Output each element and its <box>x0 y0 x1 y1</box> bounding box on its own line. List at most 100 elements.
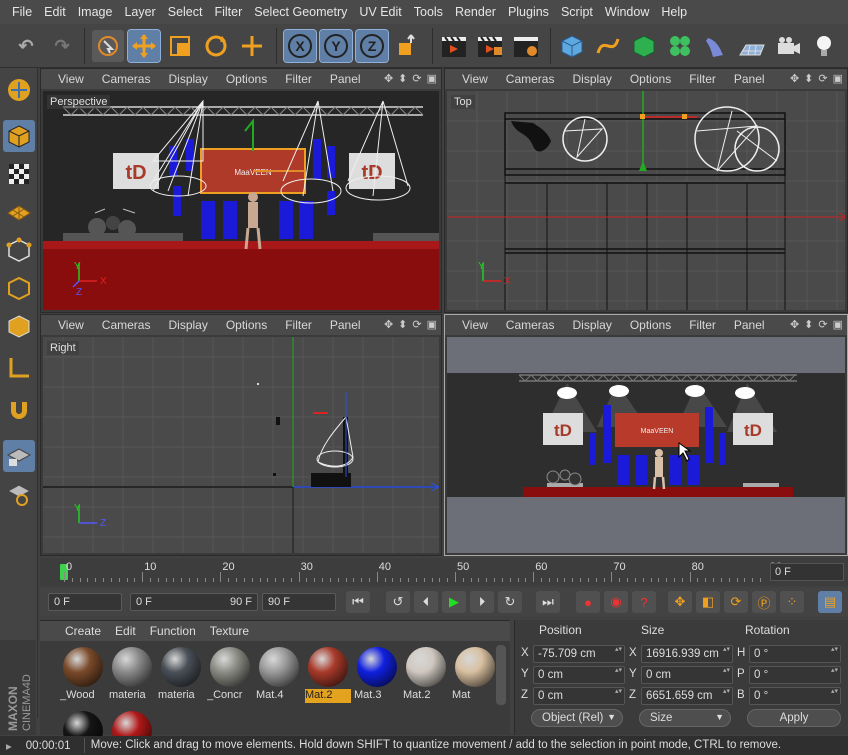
viewport-nav-icons[interactable]: ✥ ⬍ ⟳ ▣ <box>790 72 843 85</box>
light-icon[interactable] <box>808 30 840 62</box>
camera-icon[interactable] <box>772 30 804 62</box>
snap-magnet-icon[interactable] <box>3 394 35 426</box>
viewport-menu-display[interactable]: Display <box>563 318 620 332</box>
viewport-nav-icons[interactable]: ✥ ⬍ ⟳ ▣ <box>384 318 437 331</box>
polygons-mode-icon[interactable] <box>3 310 35 342</box>
timeline[interactable]: 0102030405060708090 0 F <box>40 558 848 586</box>
viewport-menu-view[interactable]: View <box>453 72 497 86</box>
record-position-icon[interactable]: ✥ <box>668 591 692 613</box>
y-axis-lock-icon[interactable]: Y <box>319 29 353 63</box>
material-swatch[interactable]: Mat.2 <box>305 645 351 707</box>
pan-icon[interactable]: ✥ <box>790 318 799 331</box>
viewport-nav-icons[interactable]: ✥ ⬍ ⟳ ▣ <box>384 72 437 85</box>
rotation-h-field[interactable]: 0 ° <box>749 645 841 663</box>
cube-primitive-icon[interactable] <box>556 30 588 62</box>
undo-icon[interactable]: ↶ <box>10 30 42 62</box>
menu-plugins[interactable]: Plugins <box>502 5 555 19</box>
orbit-icon[interactable]: ⟳ <box>818 72 827 85</box>
viewport-menu-panel[interactable]: Panel <box>321 318 370 332</box>
spline-pen-icon[interactable] <box>592 30 624 62</box>
menu-uv-edit[interactable]: UV Edit <box>353 5 407 19</box>
viewport-menu-filter[interactable]: Filter <box>680 318 725 332</box>
menu-filter[interactable]: Filter <box>208 5 248 19</box>
workplane-lock-icon[interactable] <box>3 440 35 472</box>
workplane-mode-icon[interactable] <box>3 196 35 228</box>
material-swatch[interactable]: Mat.4 <box>256 645 302 707</box>
material-swatch[interactable]: Mat.3 <box>354 645 400 707</box>
next-frame-icon[interactable]: ⏵ <box>470 591 494 613</box>
position-z-field[interactable]: 0 cm <box>533 687 625 705</box>
previous-frame-icon[interactable]: ⏴ <box>414 591 438 613</box>
viewport-menu-view[interactable]: View <box>49 318 93 332</box>
menu-layer[interactable]: Layer <box>118 5 161 19</box>
size-x-field[interactable]: 16916.939 cm <box>641 645 733 663</box>
go-to-end-icon[interactable]: ⏭ <box>536 591 560 613</box>
coordinate-system-icon[interactable] <box>392 30 424 62</box>
menu-help[interactable]: Help <box>655 5 693 19</box>
record-active-icon[interactable]: ● <box>576 591 600 613</box>
viewport-menu-options[interactable]: Options <box>621 318 680 332</box>
planar-workplane-icon[interactable] <box>3 478 35 510</box>
start-frame-field[interactable]: 0 F <box>48 593 122 611</box>
maximize-icon[interactable]: ▣ <box>833 318 843 331</box>
viewport-menu-filter[interactable]: Filter <box>276 72 321 86</box>
orbit-icon[interactable]: ⟳ <box>412 72 421 85</box>
top-canvas[interactable]: Y X Top <box>447 91 845 310</box>
viewport-menu-panel[interactable]: Panel <box>725 72 774 86</box>
keyframe-selection-icon[interactable]: ? <box>632 591 656 613</box>
go-to-start-icon[interactable]: ⏮ <box>346 591 370 613</box>
menu-script[interactable]: Script <box>555 5 599 19</box>
x-axis-lock-icon[interactable]: X <box>283 29 317 63</box>
material-menu-function[interactable]: Function <box>143 624 203 638</box>
pan-icon[interactable]: ✥ <box>384 72 393 85</box>
menu-file[interactable]: File <box>6 5 38 19</box>
live-selection-icon[interactable] <box>92 30 124 62</box>
render-view-icon[interactable] <box>438 30 470 62</box>
menu-window[interactable]: Window <box>599 5 655 19</box>
dolly-icon[interactable]: ⬍ <box>398 318 407 331</box>
material-swatch[interactable]: materia <box>109 645 155 707</box>
model-mode-icon[interactable] <box>3 120 35 152</box>
play-forward-icon[interactable]: ▶ <box>442 591 466 613</box>
viewport-menu-panel[interactable]: Panel <box>321 72 370 86</box>
size-y-field[interactable]: 0 cm <box>641 666 733 684</box>
menu-render[interactable]: Render <box>449 5 502 19</box>
viewport-menu-view[interactable]: View <box>453 318 497 332</box>
position-x-field[interactable]: -75.709 cm <box>533 645 625 663</box>
deformer-icon[interactable] <box>700 30 732 62</box>
current-frame-field[interactable]: 0 F <box>770 563 844 581</box>
points-mode-icon[interactable] <box>3 234 35 266</box>
range-slider[interactable]: 0 F 90 F <box>130 593 258 611</box>
texture-mode-icon[interactable] <box>3 158 35 190</box>
size-z-field[interactable]: 6651.659 cm <box>641 687 733 705</box>
camera-canvas[interactable]: tD tD MaaVEEN <box>447 337 845 553</box>
pan-icon[interactable]: ✥ <box>790 72 799 85</box>
maximize-icon[interactable]: ▣ <box>427 318 437 331</box>
perspective-canvas[interactable]: tD tD MaaVEEN Y X Z Perspective <box>43 91 439 310</box>
scale-tool-icon[interactable] <box>164 30 196 62</box>
orbit-icon[interactable]: ⟳ <box>412 318 421 331</box>
material-swatch[interactable]: Mat <box>452 645 498 707</box>
render-settings-icon[interactable] <box>510 30 542 62</box>
viewport-menu-display[interactable]: Display <box>563 72 620 86</box>
apply-button[interactable]: Apply <box>747 709 841 727</box>
viewport-perspective[interactable]: View Cameras Display Options Filter Pane… <box>40 68 442 313</box>
record-parameter-icon[interactable]: Ⓟ <box>752 591 776 613</box>
viewport-menu-options[interactable]: Options <box>621 72 680 86</box>
viewport-menu-display[interactable]: Display <box>159 72 216 86</box>
rotation-p-field[interactable]: 0 ° <box>749 666 841 684</box>
viewport-menu-filter[interactable]: Filter <box>276 318 321 332</box>
dolly-icon[interactable]: ⬍ <box>804 72 813 85</box>
material-swatch[interactable]: _Wood <box>60 645 106 707</box>
material-swatch[interactable]: materia <box>158 645 204 707</box>
viewport-menu-cameras[interactable]: Cameras <box>497 72 564 86</box>
pan-icon[interactable]: ✥ <box>384 318 393 331</box>
menu-select[interactable]: Select <box>162 5 209 19</box>
move-tool-icon[interactable] <box>127 29 161 63</box>
axis-mode-icon[interactable] <box>3 352 35 384</box>
end-frame-field[interactable]: 90 F <box>262 593 336 611</box>
floor-scene-icon[interactable] <box>736 30 768 62</box>
coordinate-mode-dropdown[interactable]: Object (Rel) ▼ <box>531 709 623 727</box>
transform-tool-icon[interactable] <box>236 30 268 62</box>
viewport-menu-options[interactable]: Options <box>217 318 276 332</box>
